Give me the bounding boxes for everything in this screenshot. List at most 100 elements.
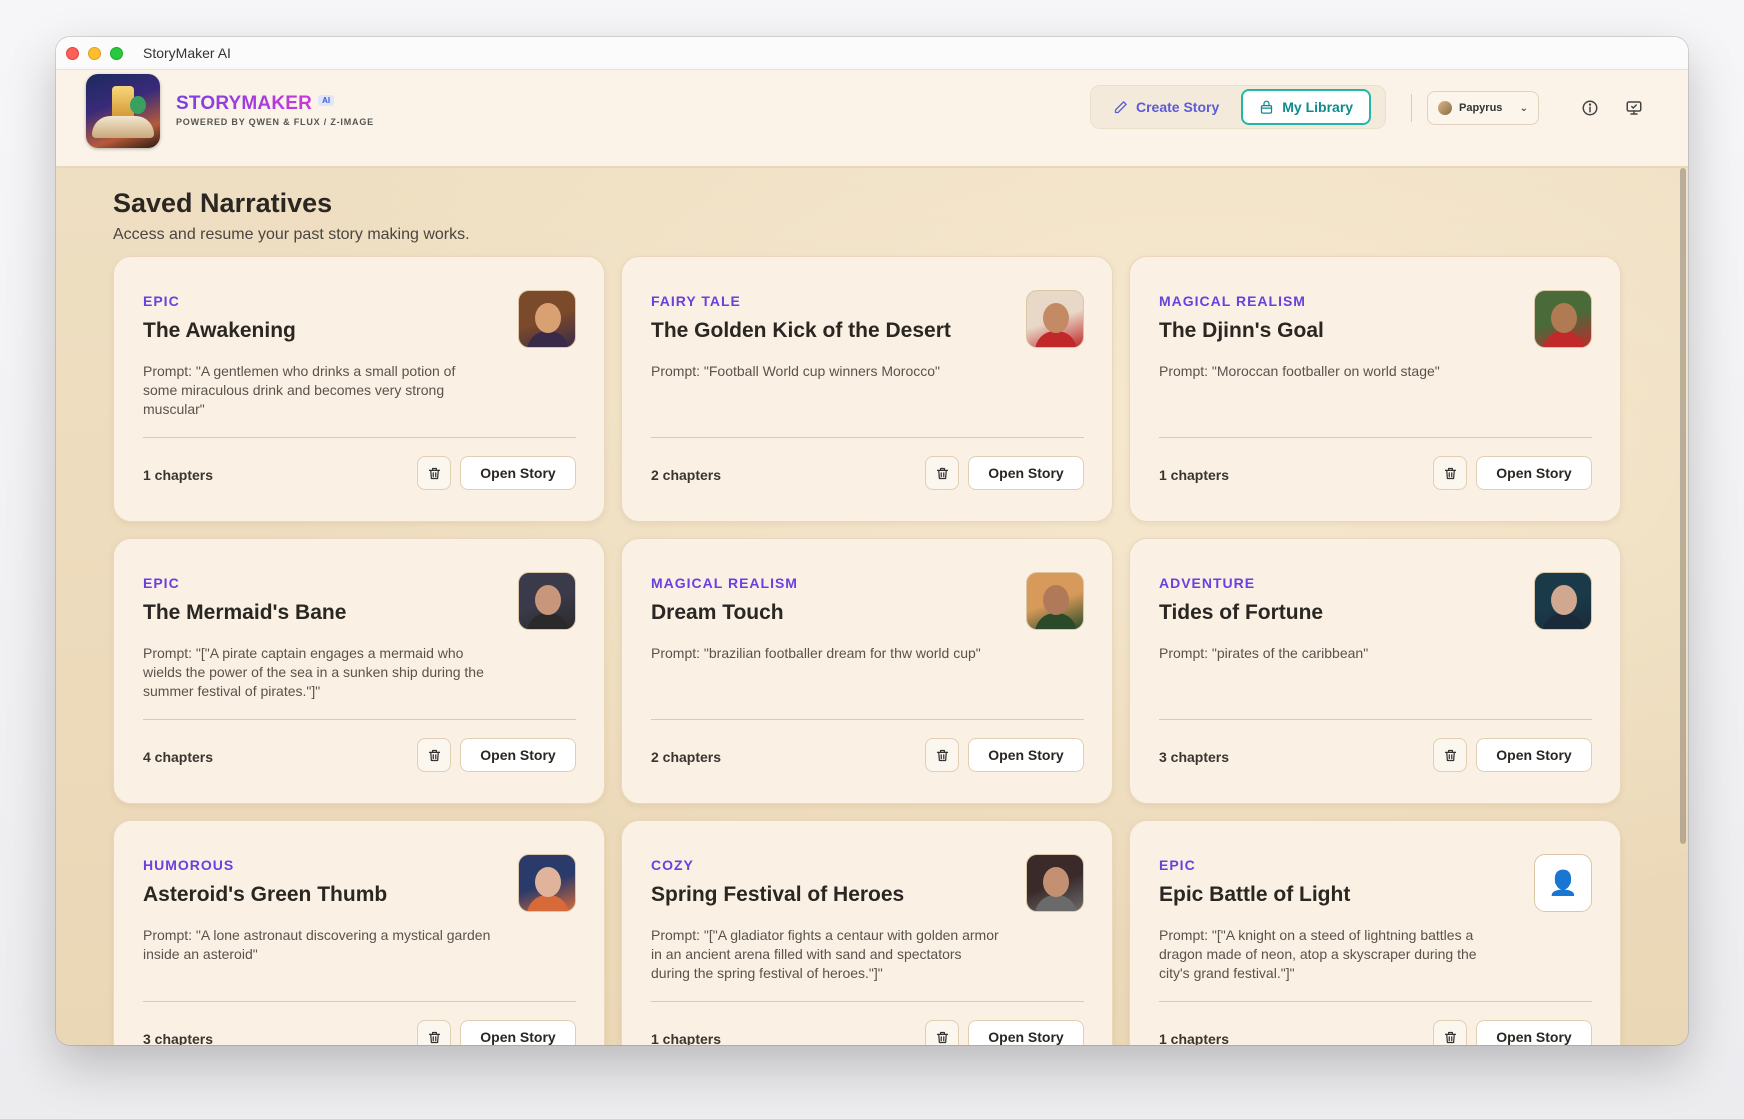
my-library-label: My Library bbox=[1282, 99, 1354, 115]
theme-selected-label: Papyrus bbox=[1459, 102, 1503, 114]
cover-portrait-face bbox=[1043, 867, 1069, 897]
main-nav: Create Story My Library bbox=[1090, 85, 1386, 129]
story-title: Tides of Fortune bbox=[1159, 601, 1324, 624]
delete-story-button[interactable] bbox=[925, 738, 959, 772]
story-genre: ADVENTURE bbox=[1159, 575, 1256, 591]
open-story-button[interactable]: Open Story bbox=[968, 738, 1084, 772]
open-story-button[interactable]: Open Story bbox=[1476, 738, 1592, 772]
brand-name: STORYMAKER bbox=[176, 93, 313, 114]
delete-story-button[interactable] bbox=[925, 456, 959, 490]
open-story-button[interactable]: Open Story bbox=[1476, 456, 1592, 490]
story-cover-image[interactable] bbox=[1026, 572, 1084, 630]
cover-portrait-face bbox=[535, 585, 561, 615]
page-subtitle: Access and resume your past story making… bbox=[113, 226, 470, 243]
story-card: MAGICAL REALISM The Djinn's Goal Prompt:… bbox=[1129, 256, 1621, 522]
story-card: EPIC Epic Battle of Light Prompt: "["A k… bbox=[1129, 820, 1621, 1045]
cover-portrait-body bbox=[527, 895, 569, 911]
story-cover-image[interactable] bbox=[518, 572, 576, 630]
story-title: The Golden Kick of the Desert bbox=[651, 319, 951, 342]
user-placeholder-icon: 👤 bbox=[1548, 869, 1578, 897]
open-story-button[interactable]: Open Story bbox=[460, 1020, 576, 1045]
open-story-button[interactable]: Open Story bbox=[968, 456, 1084, 490]
info-icon bbox=[1582, 100, 1598, 116]
delete-story-button[interactable] bbox=[417, 456, 451, 490]
delete-story-button[interactable] bbox=[417, 1020, 451, 1045]
card-divider bbox=[143, 719, 576, 720]
card-divider bbox=[651, 437, 1084, 438]
story-cover-image[interactable] bbox=[1534, 290, 1592, 348]
story-card: COZY Spring Festival of Heroes Prompt: "… bbox=[621, 820, 1113, 1045]
story-cover-image[interactable] bbox=[1534, 572, 1592, 630]
theme-select[interactable]: Papyrus ⌄ bbox=[1427, 91, 1539, 125]
story-cover-image[interactable] bbox=[518, 854, 576, 912]
library-content[interactable]: Saved Narratives Access and resume your … bbox=[56, 168, 1688, 1045]
delete-story-button[interactable] bbox=[417, 738, 451, 772]
zoom-window-button[interactable] bbox=[110, 46, 123, 60]
pencil-icon bbox=[1114, 100, 1127, 113]
my-library-button[interactable]: My Library bbox=[1241, 89, 1372, 125]
story-title: Dream Touch bbox=[651, 601, 784, 624]
story-genre: FAIRY TALE bbox=[651, 293, 741, 309]
story-cover-image[interactable] bbox=[518, 290, 576, 348]
story-cover-image[interactable] bbox=[1026, 854, 1084, 912]
create-story-button[interactable]: Create Story bbox=[1095, 89, 1237, 125]
chapter-count: 1 chapters bbox=[143, 467, 214, 483]
story-prompt: Prompt: "Moroccan footballer on world st… bbox=[1159, 363, 1440, 379]
cover-portrait-body bbox=[1543, 613, 1585, 629]
present-button[interactable] bbox=[1622, 96, 1646, 120]
story-genre: MAGICAL REALISM bbox=[1159, 293, 1306, 309]
story-genre: EPIC bbox=[1159, 857, 1196, 873]
trash-icon bbox=[428, 1031, 440, 1043]
logo-tree bbox=[130, 96, 146, 114]
info-button[interactable] bbox=[1578, 96, 1602, 120]
open-story-button[interactable]: Open Story bbox=[1476, 1020, 1592, 1045]
header-divider bbox=[1411, 94, 1412, 122]
cover-portrait-body bbox=[527, 613, 569, 629]
open-story-button[interactable]: Open Story bbox=[460, 456, 576, 490]
chapter-count: 4 chapters bbox=[143, 749, 214, 765]
close-window-button[interactable] bbox=[66, 46, 79, 60]
story-genre: HUMOROUS bbox=[143, 857, 235, 873]
trash-icon bbox=[936, 749, 948, 761]
open-story-button[interactable]: Open Story bbox=[968, 1020, 1084, 1045]
chapter-count: 3 chapters bbox=[143, 1031, 214, 1045]
page-title: Saved Narratives bbox=[113, 188, 333, 218]
story-genre: COZY bbox=[651, 857, 694, 873]
app-header: STORYMAKER AI POWERED BY QWEN & FLUX / Z-… bbox=[56, 70, 1688, 167]
story-cover-image[interactable]: 👤 bbox=[1534, 854, 1592, 912]
trash-icon bbox=[936, 467, 948, 479]
brand-subtitle: POWERED BY QWEN & FLUX / Z-IMAGE bbox=[176, 117, 374, 127]
story-cover-image[interactable] bbox=[1026, 290, 1084, 348]
title-bar: StoryMaker AI bbox=[56, 37, 1688, 70]
story-genre: MAGICAL REALISM bbox=[651, 575, 798, 591]
card-divider bbox=[651, 719, 1084, 720]
story-prompt: Prompt: "["A pirate captain engages a me… bbox=[143, 645, 484, 699]
story-card: ADVENTURE Tides of Fortune Prompt: "pira… bbox=[1129, 538, 1621, 804]
cover-portrait-body bbox=[1035, 331, 1077, 347]
card-divider bbox=[143, 1001, 576, 1002]
card-divider bbox=[1159, 719, 1592, 720]
chapter-count: 2 chapters bbox=[651, 749, 722, 765]
delete-story-button[interactable] bbox=[925, 1020, 959, 1045]
chapter-count: 3 chapters bbox=[1159, 749, 1230, 765]
story-genre: EPIC bbox=[143, 575, 180, 591]
library-bag-icon bbox=[1261, 100, 1273, 114]
delete-story-button[interactable] bbox=[1433, 456, 1467, 490]
scrollbar[interactable] bbox=[1678, 168, 1688, 1045]
card-divider bbox=[1159, 437, 1592, 438]
story-card: HUMOROUS Asteroid's Green Thumb Prompt: … bbox=[113, 820, 605, 1045]
cover-portrait-face bbox=[1043, 585, 1069, 615]
story-genre: EPIC bbox=[143, 293, 180, 309]
scrollbar-thumb[interactable] bbox=[1680, 168, 1686, 844]
delete-story-button[interactable] bbox=[1433, 738, 1467, 772]
cover-portrait-face bbox=[535, 303, 561, 333]
card-divider bbox=[1159, 1001, 1592, 1002]
minimize-window-button[interactable] bbox=[88, 46, 101, 60]
app-logo[interactable] bbox=[86, 74, 160, 148]
theme-swatch-icon bbox=[1438, 101, 1452, 115]
open-story-button[interactable]: Open Story bbox=[460, 738, 576, 772]
trash-icon bbox=[1444, 467, 1456, 479]
monitor-icon bbox=[1626, 101, 1642, 115]
delete-story-button[interactable] bbox=[1433, 1020, 1467, 1045]
story-title: The Djinn's Goal bbox=[1159, 319, 1324, 342]
